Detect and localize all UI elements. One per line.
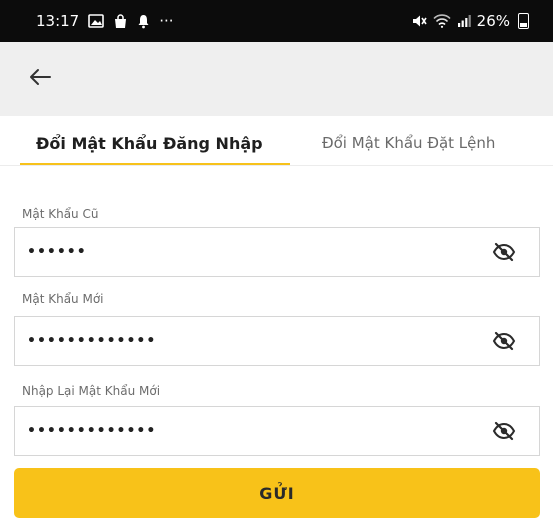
eye-off-icon xyxy=(492,331,516,351)
eye-off-icon xyxy=(492,421,516,441)
old-password-label: Mật Khẩu Cũ xyxy=(22,207,99,221)
new-password-field[interactable]: ••••••••••••• xyxy=(14,316,540,366)
old-password-value: •••••• xyxy=(27,244,87,260)
submit-label: GỬI xyxy=(259,483,295,503)
tab-bar: Đổi Mật Khẩu Đăng Nhập Đổi Mật Khẩu Đặt … xyxy=(0,116,553,166)
mute-icon xyxy=(411,14,427,28)
status-bar: 13:17 ··· 26% xyxy=(0,0,553,42)
arrow-left-icon xyxy=(29,68,51,90)
confirm-password-label: Nhập Lại Mật Khẩu Mới xyxy=(22,384,161,398)
toggle-visibility-button[interactable] xyxy=(491,420,517,442)
confirm-password-field[interactable]: ••••••••••••• xyxy=(14,406,540,456)
status-time: 13:17 xyxy=(36,12,80,30)
toggle-visibility-button[interactable] xyxy=(491,241,517,263)
signal-icon xyxy=(457,14,471,28)
back-button[interactable] xyxy=(24,63,56,95)
battery-percent: 26% xyxy=(476,12,510,30)
status-left: 13:17 ··· xyxy=(36,12,174,30)
wifi-icon xyxy=(433,14,451,28)
old-password-field[interactable]: •••••• xyxy=(14,227,540,277)
app-bar xyxy=(0,42,553,116)
bell-icon xyxy=(137,14,150,29)
status-right: 26% xyxy=(411,12,529,30)
bag-icon xyxy=(113,13,128,29)
more-icon: ··· xyxy=(159,12,174,30)
battery-icon xyxy=(518,13,529,29)
image-icon xyxy=(88,14,105,28)
new-password-value: ••••••••••••• xyxy=(27,333,157,349)
tabs-divider xyxy=(0,165,553,166)
confirm-password-value: ••••••••••••• xyxy=(27,423,157,439)
tab-order-password[interactable]: Đổi Mật Khẩu Đặt Lệnh xyxy=(322,134,495,152)
submit-button[interactable]: GỬI xyxy=(14,468,540,518)
eye-off-icon xyxy=(492,242,516,262)
new-password-label: Mật Khẩu Mới xyxy=(22,292,104,306)
tab-login-password[interactable]: Đổi Mật Khẩu Đăng Nhập xyxy=(36,134,263,153)
toggle-visibility-button[interactable] xyxy=(491,330,517,352)
